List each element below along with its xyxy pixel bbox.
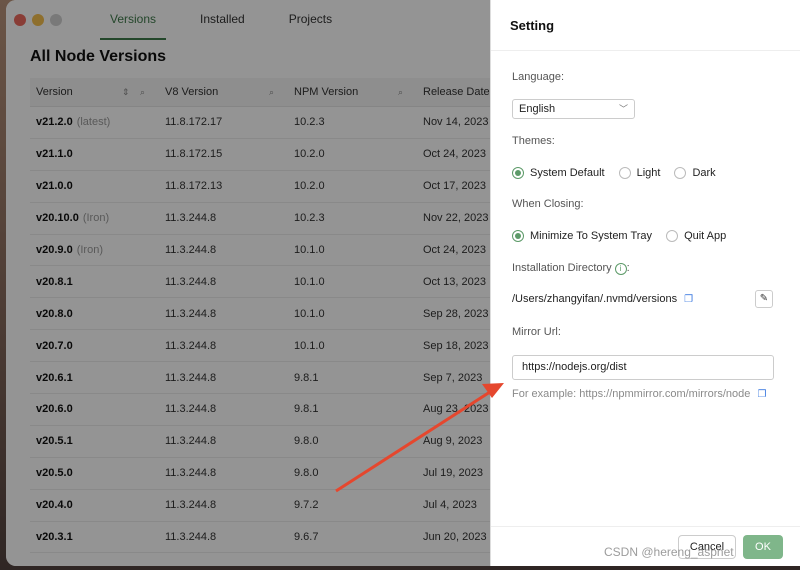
arrow-line	[335, 388, 494, 493]
watermark: CSDN @hereng_aspnet	[604, 545, 734, 559]
annotation-arrow	[335, 383, 504, 493]
